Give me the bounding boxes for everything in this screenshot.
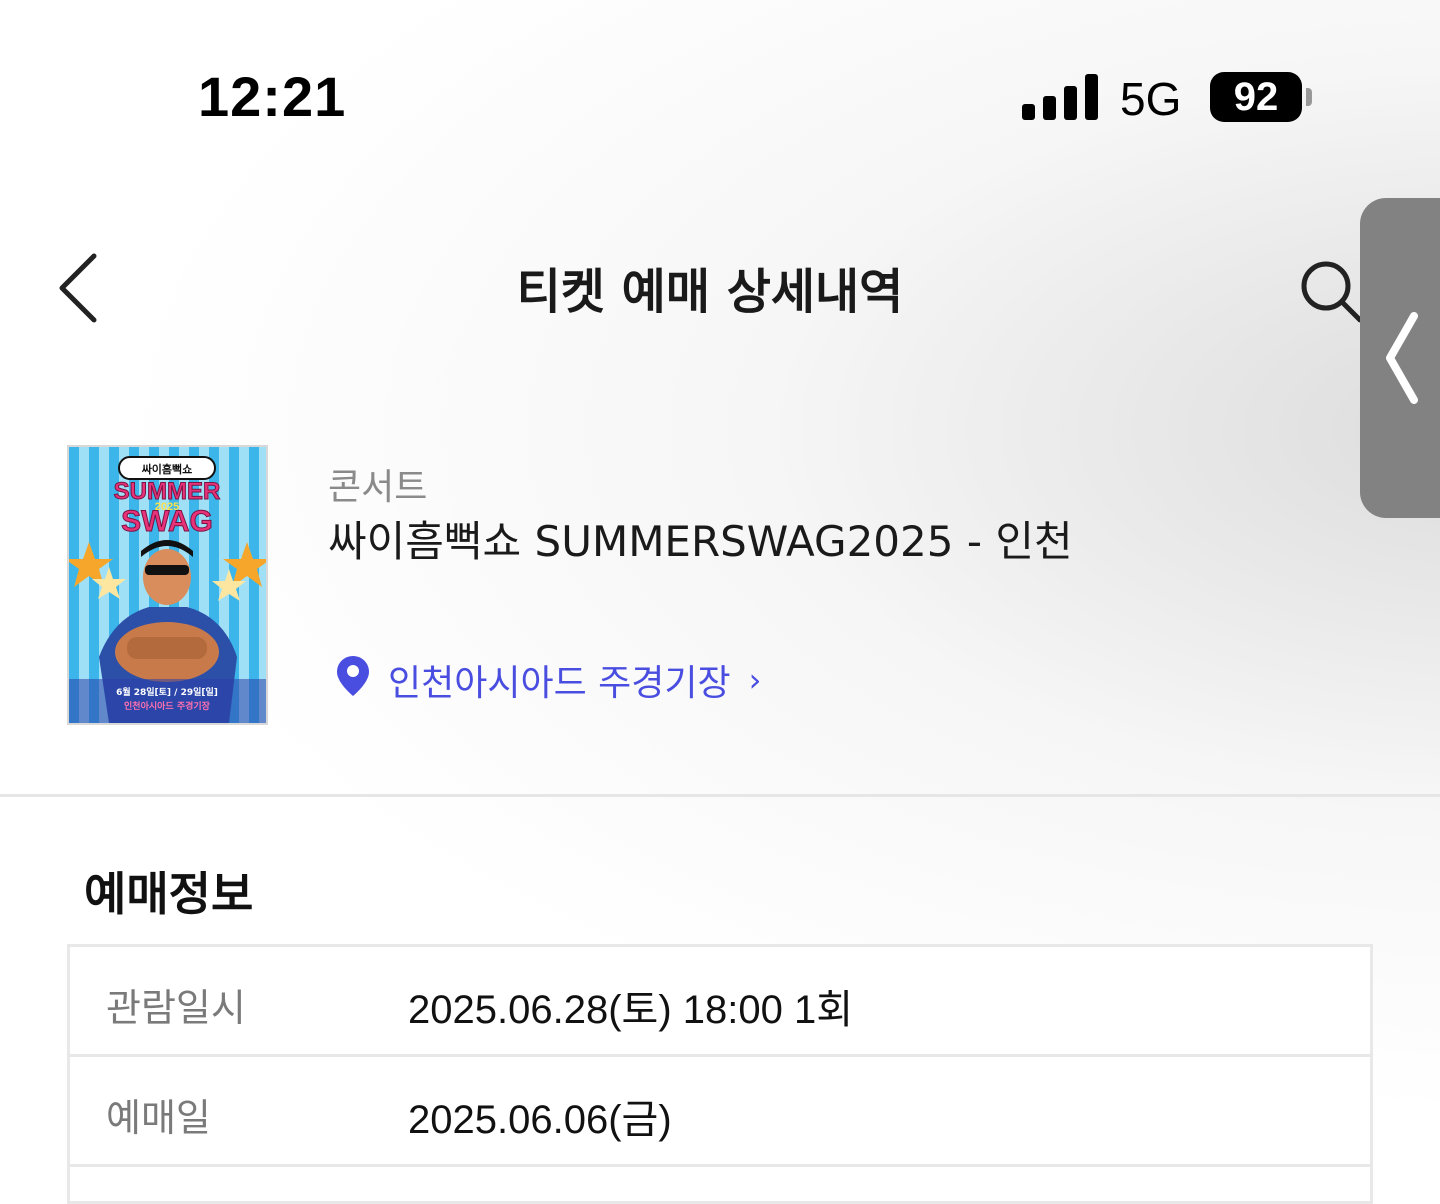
poster-artwork: 싸이흠뻑쇼 SUMMER 2025 SWAG 6월 28일[토] / 29일[일…	[69, 456, 266, 723]
event-title: 싸이흠뻑쇼 SUMMERSWAG2025 - 인천	[328, 517, 1073, 566]
info-value: 2025.06.06(금)	[408, 1098, 672, 1142]
side-panel-handle[interactable]	[1360, 198, 1440, 518]
poster-venue: 인천아시아드 주경기장	[124, 700, 211, 712]
poster-brand: 싸이흠뻑쇼	[142, 462, 193, 476]
info-label: 예매일	[106, 1096, 211, 1140]
booking-info-title: 예매정보	[84, 867, 254, 921]
event-poster[interactable]: 싸이흠뻑쇼 SUMMER 2025 SWAG 6월 28일[토] / 29일[일…	[67, 445, 268, 725]
info-value: 2025.06.28(토) 18:00 1회	[408, 988, 854, 1032]
poster-headline-2: SWAG	[121, 505, 213, 538]
search-icon	[1301, 261, 1363, 323]
venue-name: 인천아시아드 주경기장	[388, 663, 731, 704]
section-divider	[0, 794, 1440, 797]
status-time: 12:21	[198, 65, 347, 128]
network-type: 5G	[1120, 73, 1182, 125]
battery-icon: 92	[1210, 72, 1302, 122]
chevron-right-icon: ›	[748, 661, 762, 699]
poster-dates: 6월 28일[토] / 29일[일]	[116, 686, 218, 698]
chevron-left-icon	[1386, 312, 1418, 404]
search-button[interactable]	[1298, 258, 1364, 324]
info-row-booking-date: 예매일 2025.06.06(금)	[70, 1057, 1370, 1167]
page-title: 티켓 예매 상세내역	[516, 264, 904, 320]
venue-link[interactable]: 인천아시아드 주경기장 ›	[336, 654, 761, 706]
event-category: 콘서트	[328, 467, 428, 508]
location-pin-icon	[336, 655, 370, 706]
info-row-view-date: 관람일시 2025.06.28(토) 18:00 1회	[70, 947, 1370, 1057]
info-label: 관람일시	[106, 986, 246, 1030]
booking-info-table: 관람일시 2025.06.28(토) 18:00 1회 예매일 2025.06.…	[67, 944, 1373, 1204]
signal-icon	[1022, 74, 1098, 120]
battery-cap	[1306, 88, 1312, 106]
